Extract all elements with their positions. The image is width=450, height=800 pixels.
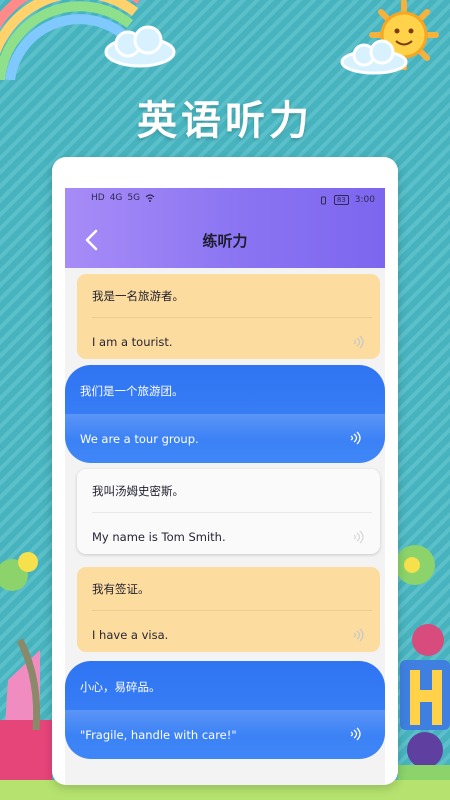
divider [92, 317, 372, 318]
chinese-sentence: 小心，易碎品。 [80, 680, 161, 694]
signal-icon: HD [91, 193, 105, 203]
divider [92, 512, 372, 513]
sentence-card[interactable]: 我们是一个旅游团。 We are a tour group. [65, 365, 385, 463]
speaker-icon[interactable] [351, 530, 364, 544]
page-title: 练听力 [202, 232, 248, 250]
wifi-icon [145, 194, 155, 202]
speaker-icon[interactable] [348, 727, 361, 741]
promo-title: 英语听力 [137, 98, 313, 144]
cloud-decoration [104, 25, 176, 68]
sentence-card[interactable]: 我是一名旅游者。 I am a tourist. [77, 274, 380, 359]
app-screen: HD 4G 5G 83 3:00 练听力 我是一名旅游者。 I am a tou… [65, 188, 385, 785]
clock: 3:00 [354, 195, 375, 205]
speaker-icon[interactable] [351, 335, 364, 349]
english-sentence: I am a tourist. [92, 335, 173, 349]
status-left: HD 4G 5G [91, 193, 155, 203]
signal-5g-icon: 5G [127, 193, 141, 203]
sentence-card[interactable]: 我有签证。 I have a visa. [77, 567, 380, 652]
chinese-sentence: 我是一名旅游者。 [92, 289, 184, 303]
english-sentence: My name is Tom Smith. [92, 530, 226, 544]
chinese-sentence: 我们是一个旅游团。 [80, 384, 184, 398]
signal-4g-icon: 4G [109, 193, 123, 203]
battery-indicator: 83 [333, 195, 349, 205]
sentence-card[interactable]: 我叫汤姆史密斯。 My name is Tom Smith. [77, 469, 380, 554]
divider [92, 610, 372, 611]
speaker-icon[interactable] [351, 628, 364, 642]
vibrate-icon [320, 196, 326, 204]
chinese-sentence: 我叫汤姆史密斯。 [92, 484, 184, 498]
app-header: HD 4G 5G 83 3:00 练听力 [65, 188, 385, 268]
english-sentence: I have a visa. [92, 628, 169, 642]
english-sentence: "Fragile, handle with care!" [80, 728, 237, 742]
status-right: 83 3:00 [319, 195, 375, 205]
sentence-card[interactable]: 小心，易碎品。 "Fragile, handle with care!" [65, 661, 385, 759]
english-sentence: We are a tour group. [80, 432, 199, 446]
cloud-decoration [340, 39, 408, 75]
status-bar: HD 4G 5G 83 3:00 [65, 188, 385, 212]
speaker-icon[interactable] [348, 431, 361, 445]
phone-frame: HD 4G 5G 83 3:00 练听力 我是一名旅游者。 I am a tou… [52, 157, 398, 785]
chinese-sentence: 我有签证。 [92, 582, 150, 596]
